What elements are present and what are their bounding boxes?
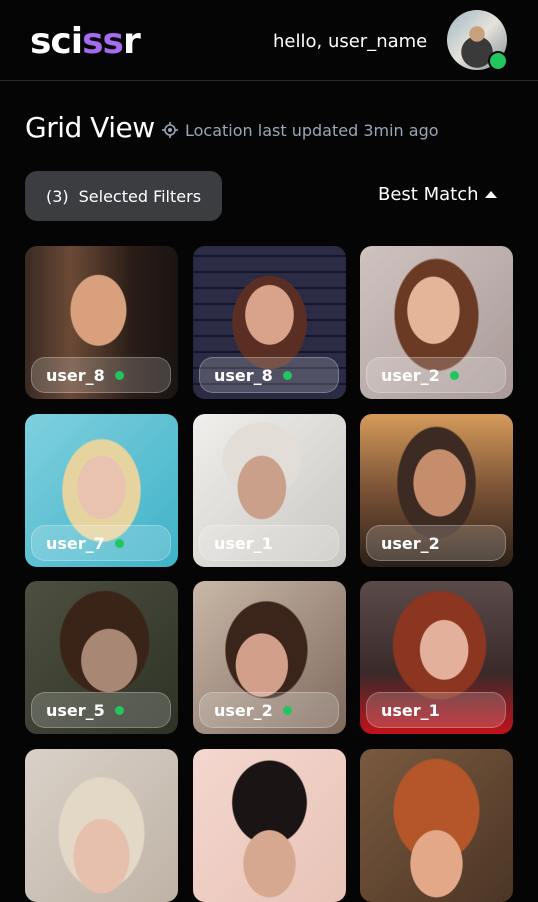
profile-name-pill: user_1 [366,692,506,728]
profile-card[interactable]: user_1 [360,581,513,734]
online-status-dot [282,705,292,715]
profile-name-pill: user_5 [31,692,171,728]
profile-card[interactable] [360,749,513,902]
location-updated-text: Location last updated 3min ago [185,121,439,140]
online-status-dot [449,370,459,380]
profile-name-pill: user_2 [199,692,339,728]
profile-name-pill: user_8 [199,357,339,393]
caret-up-icon [484,190,497,198]
profile-card[interactable]: user_2 [360,246,513,399]
profile-name: user_2 [381,533,440,553]
profile-name: user_1 [214,533,273,553]
profile-name-pill: user_1 [199,525,339,561]
profile-card[interactable]: user_2 [360,414,513,567]
profile-name: user_8 [46,365,105,385]
profile-card[interactable]: user_2 [193,581,346,734]
profile-card[interactable]: user_8 [193,246,346,399]
greeting-text: hello, user_name [273,31,428,52]
online-status-dot [114,538,124,548]
profile-photo [360,749,513,902]
page-title: Grid View [25,111,155,144]
profile-name-pill: user_7 [31,525,171,561]
profile-card[interactable]: user_1 [193,414,346,567]
selected-filters-button[interactable]: (3) Selected Filters [25,171,222,221]
sort-dropdown[interactable]: Best Match [378,183,497,207]
profile-name: user_7 [46,533,105,553]
profile-photo [193,749,346,902]
profile-name: user_2 [214,700,273,720]
profile-name-pill: user_2 [366,357,506,393]
top-bar: scissr hello, user_name [0,0,538,81]
profile-photo [25,749,178,902]
profile-name: user_8 [214,365,273,385]
profile-card[interactable]: user_5 [25,581,178,734]
profile-name: user_5 [46,700,105,720]
sort-label: Best Match [378,184,479,205]
profile-card[interactable] [193,749,346,902]
profile-name-pill: user_8 [31,357,171,393]
app-logo[interactable]: scissr [30,20,141,64]
profile-name-pill: user_2 [366,525,506,561]
online-status-dot [114,370,124,380]
profile-card[interactable]: user_7 [25,414,178,567]
location-target-icon [162,122,178,138]
online-status-dot [282,370,292,380]
filter-label: Selected Filters [78,186,202,206]
online-status-dot [114,705,124,715]
user-avatar[interactable] [447,10,508,71]
online-status-dot [488,51,508,71]
profile-name: user_1 [381,700,440,720]
profile-card[interactable] [25,749,178,902]
profile-name: user_2 [381,365,440,385]
filter-count: (3) [45,186,69,206]
profile-card[interactable]: user_8 [25,246,178,399]
